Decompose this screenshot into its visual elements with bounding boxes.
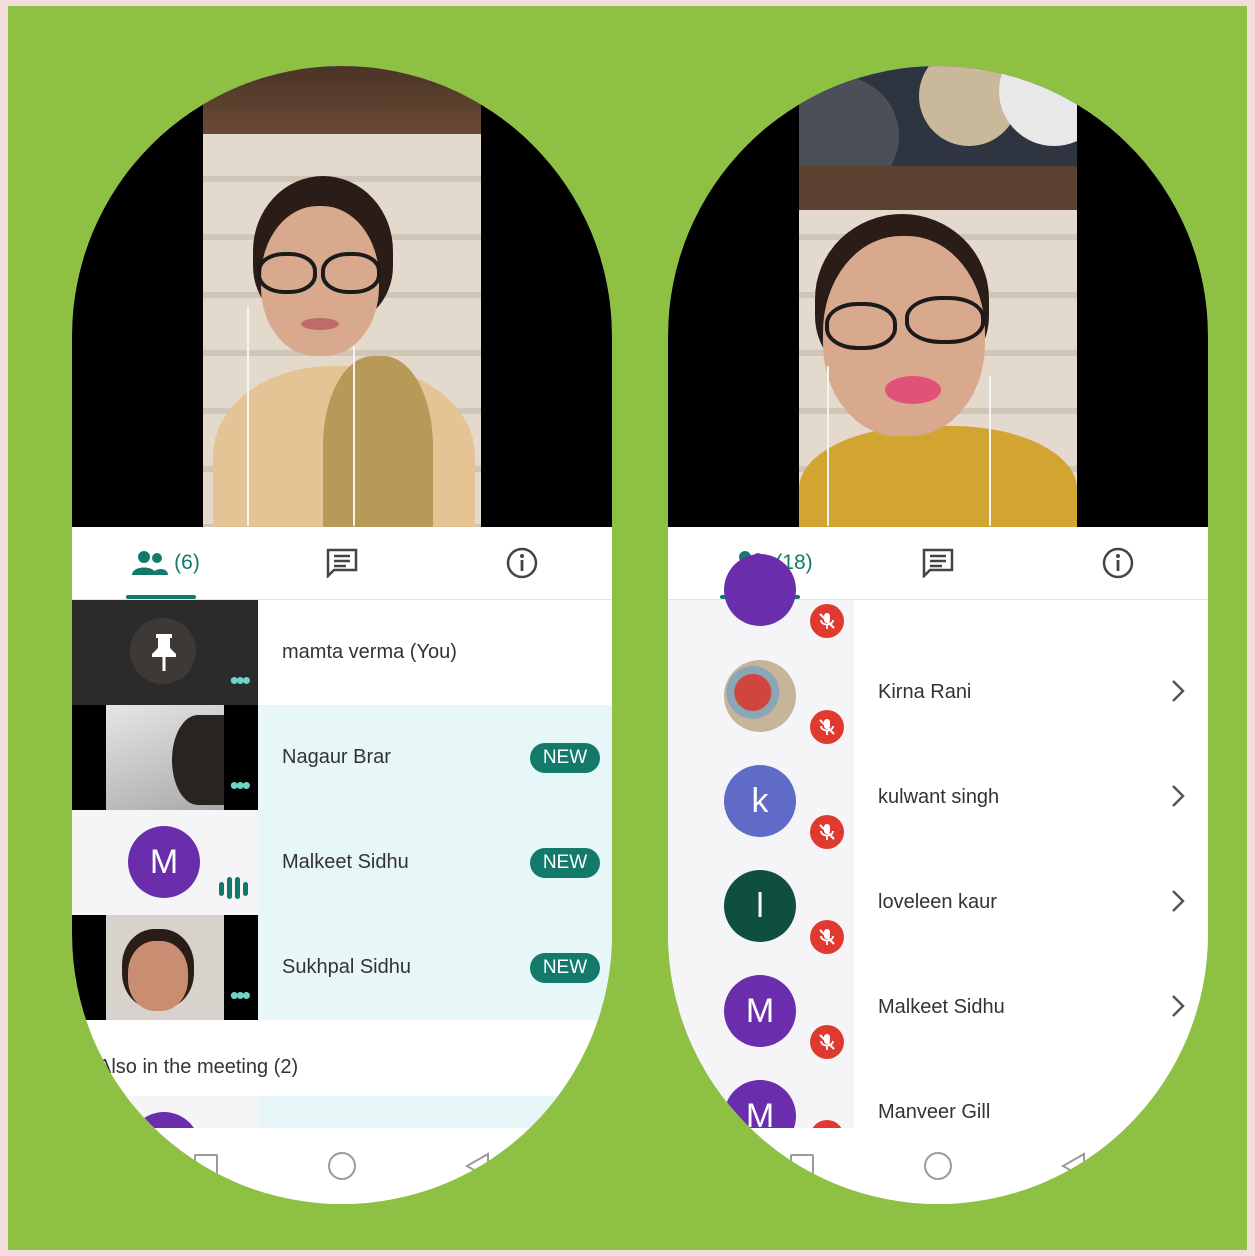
video-feed-area — [668, 66, 1208, 527]
tab-participants[interactable]: (6) — [106, 527, 226, 599]
muted-mic-icon — [810, 920, 844, 954]
participant-thumbnail: M — [72, 810, 258, 915]
avatar: M — [128, 826, 200, 898]
home-icon[interactable] — [328, 1152, 356, 1180]
android-nav-bar — [668, 1128, 1208, 1204]
recents-icon[interactable] — [790, 1154, 814, 1178]
chevron-right-icon[interactable] — [1170, 783, 1186, 809]
tab-info[interactable] — [1088, 527, 1148, 599]
chevron-right-icon[interactable] — [1170, 993, 1186, 1019]
video-feed-area — [72, 66, 612, 527]
participant-thumbnail: ••• — [72, 915, 258, 1020]
participant-name: Malkeet Sidhu — [878, 996, 1005, 1018]
back-icon[interactable] — [464, 1152, 490, 1180]
participant-name: mamta verma (You) — [282, 641, 457, 663]
background-canvas: (6) ••• mamta verma (You) ••• Nagaur Bra… — [8, 6, 1247, 1250]
participant-row[interactable]: l loveleen kaur — [668, 850, 1208, 955]
participant-row[interactable]: M Malkeet Sidhu — [668, 955, 1208, 1060]
participant-name: Malkeet Sidhu — [282, 851, 409, 873]
new-badge: NEW — [530, 848, 600, 878]
tab-chat[interactable] — [312, 527, 372, 599]
participant-row[interactable]: ••• Nagaur Brar NEW — [72, 705, 612, 810]
people-icon — [132, 550, 169, 576]
participant-row[interactable]: M Malkeet Sidhu NEW — [72, 810, 612, 915]
participants-count: (6) — [174, 551, 200, 574]
participant-row[interactable]: Kirna Rani — [668, 640, 1208, 745]
section-header: Also in the meeting (2) — [98, 1056, 299, 1078]
phone-screen-left: (6) ••• mamta verma (You) ••• Nagaur Bra… — [72, 66, 612, 1204]
audio-level-icon — [219, 877, 248, 899]
home-icon[interactable] — [924, 1152, 952, 1180]
avatar: l — [724, 870, 796, 942]
recents-icon[interactable] — [194, 1154, 218, 1178]
participant-name: Kirna Rani — [878, 681, 972, 703]
meeting-tabs: (6) — [72, 527, 612, 600]
muted-mic-icon — [810, 815, 844, 849]
participant-name: Sukhpal Sidhu — [282, 956, 411, 978]
muted-mic-icon — [810, 604, 844, 638]
android-nav-bar — [72, 1128, 612, 1204]
new-badge: NEW — [530, 953, 600, 983]
speaker-video[interactable] — [203, 66, 481, 527]
participant-thumbnail: ••• — [72, 600, 258, 705]
tab-info[interactable] — [492, 527, 552, 599]
participant-name: loveleen kaur — [878, 891, 997, 913]
phone-screen-right: (18) Kirna Rani k kulwant singh l lovele… — [668, 66, 1208, 1204]
participant-row[interactable]: ••• Sukhpal Sidhu NEW — [72, 915, 612, 1020]
chevron-right-icon[interactable] — [1170, 888, 1186, 914]
chat-icon — [326, 548, 358, 578]
participant-thumbnail: ••• — [72, 705, 258, 810]
pin-icon — [152, 634, 176, 671]
muted-mic-icon — [810, 710, 844, 744]
new-badge: NEW — [530, 743, 600, 773]
info-icon — [506, 547, 538, 579]
active-tab-indicator — [126, 595, 196, 599]
participant-name: Nagaur Brar — [282, 746, 391, 768]
participant-row[interactable]: ••• mamta verma (You) — [72, 600, 612, 705]
back-icon[interactable] — [1060, 1152, 1086, 1180]
tab-chat[interactable] — [908, 527, 968, 599]
muted-mic-icon — [810, 1025, 844, 1059]
more-options-icon[interactable]: ••• — [230, 982, 251, 1008]
avatar: M — [724, 975, 796, 1047]
avatar — [724, 660, 796, 732]
more-options-icon[interactable]: ••• — [230, 667, 251, 693]
more-options-icon[interactable]: ••• — [230, 772, 251, 798]
info-icon — [1102, 547, 1134, 579]
avatar: k — [724, 765, 796, 837]
participant-row[interactable] — [668, 554, 1208, 644]
participant-name: kulwant singh — [878, 786, 1000, 808]
chat-icon — [922, 548, 954, 578]
participant-row[interactable]: k kulwant singh — [668, 745, 1208, 850]
chevron-right-icon[interactable] — [1170, 678, 1186, 704]
speaker-video[interactable] — [799, 66, 1077, 527]
avatar — [724, 554, 796, 626]
